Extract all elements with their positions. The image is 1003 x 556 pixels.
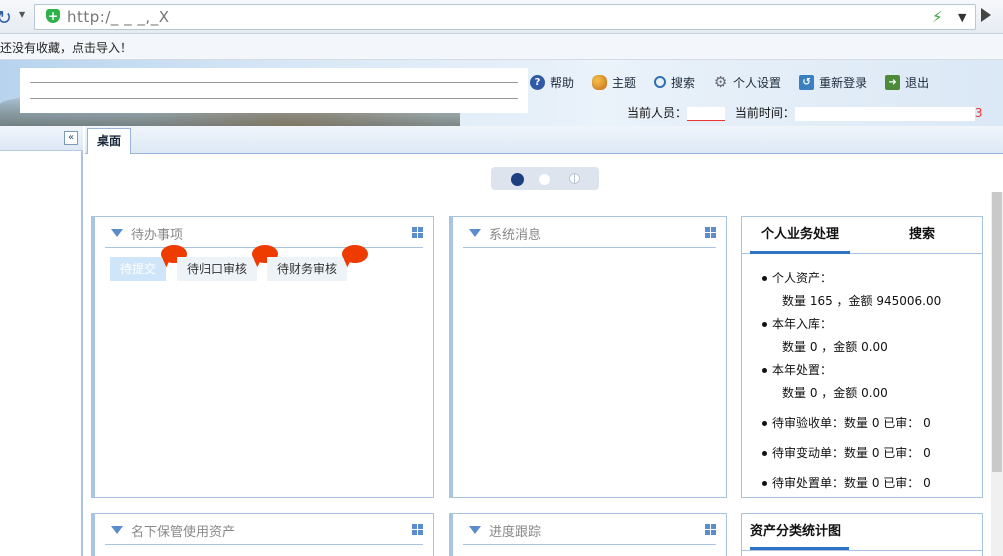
globe-icon[interactable] bbox=[567, 171, 582, 186]
current-time-value bbox=[794, 106, 975, 121]
url-input[interactable]: + http:/_ _ _,_X ⚡ ▼ bbox=[34, 4, 976, 30]
collapse-triangle-icon[interactable] bbox=[469, 229, 481, 237]
progress-header: 进度跟踪 bbox=[463, 514, 716, 545]
exit-label: 退出 bbox=[905, 75, 930, 90]
page-dot-active[interactable] bbox=[511, 173, 524, 186]
todo-title: 待办事项 bbox=[131, 228, 184, 243]
todo-header: 待办事项 bbox=[105, 217, 423, 248]
list-item: 本年入库： bbox=[746, 313, 976, 336]
page-scrollbar[interactable] bbox=[991, 192, 1003, 556]
messages-portlet: 系统消息 bbox=[449, 216, 727, 498]
todo-portlet: 待办事项 待提交 待归口审核 待财务审核 bbox=[91, 216, 434, 498]
assets-header: 名下保管使用资产 bbox=[105, 514, 423, 545]
collapse-triangle-icon[interactable] bbox=[111, 229, 123, 237]
palette-icon bbox=[592, 74, 608, 90]
relogin-menu[interactable]: ↺ 重新登录 bbox=[799, 73, 867, 91]
back-icon[interactable]: ↻ bbox=[0, 7, 12, 29]
personal-tabs: 个人业务处理 搜索 bbox=[742, 217, 982, 254]
gear-icon: ⚙ bbox=[713, 72, 728, 91]
help-menu[interactable]: ? 帮助 bbox=[530, 73, 574, 91]
assets-title: 名下保管使用资产 bbox=[131, 525, 236, 540]
messages-header: 系统消息 bbox=[463, 217, 716, 248]
notification-badge-icon bbox=[342, 245, 368, 263]
desktop-pager bbox=[491, 167, 599, 190]
history-dropdown-icon[interactable]: ▼ bbox=[19, 10, 25, 19]
go-button[interactable] bbox=[981, 8, 991, 22]
list-item: 个人资产： bbox=[746, 267, 976, 290]
current-time-label: 当前时间： bbox=[734, 106, 795, 120]
todo-dept-review-button[interactable]: 待归口审核 bbox=[177, 257, 258, 281]
list-item[interactable]: 待审验收单：数量 0 已审： 0 bbox=[746, 412, 976, 435]
relogin-icon: ↺ bbox=[799, 74, 815, 90]
progress-title: 进度跟踪 bbox=[489, 525, 542, 540]
list-item-detail: 数量 165 ，金额 945006.00 bbox=[782, 294, 942, 308]
personal-summary-list: 个人资产： 数量 165 ，金额 945006.00 本年入库： 数量 0 ，金… bbox=[746, 267, 976, 495]
theme-label: 主题 bbox=[612, 75, 637, 90]
tab-search[interactable]: 搜索 bbox=[892, 217, 952, 254]
help-icon: ? bbox=[530, 74, 545, 90]
list-item-detail: 数量 0 ，金额 0.00 bbox=[782, 340, 888, 354]
current-time-suffix: 3 bbox=[974, 106, 983, 120]
personal-business-panel: 个人业务处理 搜索 个人资产： 数量 165 ，金额 945006.00 本年入… bbox=[741, 216, 983, 498]
list-item-detail: 数量 0 ，金额 0.00 bbox=[782, 386, 888, 400]
current-user-label: 当前人员： bbox=[627, 106, 688, 120]
exit-icon: ➜ bbox=[885, 74, 901, 90]
current-user-value bbox=[687, 106, 726, 121]
favorites-bar: 还没有收藏，点击导入！ bbox=[0, 34, 1003, 60]
collapse-triangle-icon[interactable] bbox=[111, 526, 123, 534]
speed-mode-icon[interactable]: ⚡ bbox=[932, 8, 943, 26]
personal-settings-label: 个人设置 bbox=[733, 75, 782, 90]
grid-icon[interactable] bbox=[412, 227, 423, 238]
relogin-label: 重新登录 bbox=[819, 75, 868, 90]
grid-icon[interactable] bbox=[412, 524, 423, 535]
url-dropdown-icon[interactable]: ▼ bbox=[958, 11, 966, 24]
list-item: 本年处置： bbox=[746, 359, 976, 382]
exit-menu[interactable]: ➜ 退出 bbox=[885, 73, 929, 91]
tab-desktop[interactable]: 桌面 bbox=[87, 128, 131, 154]
todo-pending-submit-button[interactable]: 待提交 bbox=[110, 257, 167, 281]
left-nav-header: « bbox=[0, 126, 83, 151]
personal-settings-menu[interactable]: ⚙ 个人设置 bbox=[713, 73, 781, 91]
help-label: 帮助 bbox=[550, 75, 575, 90]
security-shield-icon: + bbox=[46, 9, 60, 23]
list-item[interactable]: 待审处置单：数量 0 已审： 0 bbox=[746, 472, 976, 495]
collapse-triangle-icon[interactable] bbox=[469, 526, 481, 534]
tab-strip: 桌面 bbox=[85, 126, 1003, 154]
asset-category-chart-panel: 资产分类统计图 bbox=[741, 513, 983, 556]
divider bbox=[742, 550, 982, 551]
grid-icon[interactable] bbox=[705, 227, 716, 238]
messages-title: 系统消息 bbox=[489, 228, 542, 243]
page-dot[interactable] bbox=[539, 174, 550, 185]
app-header: ? 帮助 主题 搜索 ⚙ 个人设置 ↺ 重新登录 ➜ 退出 当前人员： 当前时间… bbox=[0, 60, 1003, 126]
url-text[interactable]: http:/_ _ _,_X bbox=[67, 8, 169, 26]
search-menu[interactable]: 搜索 bbox=[654, 73, 695, 91]
assets-portlet: 名下保管使用资产 bbox=[91, 513, 434, 556]
import-favorites-link[interactable]: 还没有收藏，点击导入！ bbox=[0, 39, 132, 56]
scroll-thumb[interactable] bbox=[992, 192, 1002, 472]
search-label: 搜索 bbox=[671, 75, 696, 90]
list-item[interactable]: 待审变动单：数量 0 已审： 0 bbox=[746, 442, 976, 465]
progress-portlet: 进度跟踪 bbox=[449, 513, 727, 556]
collapse-icon[interactable]: « bbox=[64, 131, 78, 145]
chart-panel-title[interactable]: 资产分类统计图 bbox=[750, 514, 850, 550]
todo-finance-review-button[interactable]: 待财务审核 bbox=[267, 257, 348, 281]
tab-personal-business[interactable]: 个人业务处理 bbox=[750, 217, 850, 254]
left-nav-panel: « bbox=[0, 126, 83, 556]
app-logo bbox=[20, 68, 528, 113]
header-menu: ? 帮助 主题 搜索 ⚙ 个人设置 ↺ 重新登录 ➜ 退出 bbox=[530, 73, 947, 91]
status-line: 当前人员： 当前时间： 3 bbox=[627, 104, 983, 121]
search-icon bbox=[654, 76, 667, 88]
browser-address-bar: ↻ ▼ + http:/_ _ _,_X ⚡ ▼ bbox=[0, 0, 1003, 34]
grid-icon[interactable] bbox=[705, 524, 716, 535]
theme-menu[interactable]: 主题 bbox=[592, 73, 636, 91]
